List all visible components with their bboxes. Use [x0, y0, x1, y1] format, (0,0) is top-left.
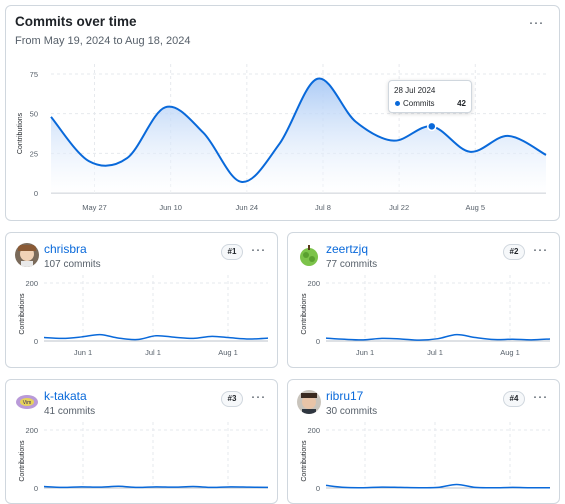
y-tick-label: 0	[316, 484, 320, 493]
data-point	[200, 130, 206, 136]
data-point	[48, 114, 54, 120]
contributor-card-zeertzjq: zeertzjq 77 commits #2 ··· 200 0 Contribut…	[287, 232, 560, 368]
contributor-card-chrisbra: chrisbra 107 commits #1 ··· 200 0 Contribu…	[5, 232, 278, 368]
y-axis-title: Contributions	[17, 112, 24, 154]
data-point	[124, 155, 130, 161]
contributor-card-ribru17: ribru17 30 commits #4 ··· 200 0 Contributi…	[287, 379, 560, 504]
contributor-chart[interactable]: 200 0 Contributions Jun 1 Jul 1 Aug 1	[288, 233, 559, 367]
tooltip-value: 42	[457, 99, 466, 108]
x-tick-label: Jun 24	[236, 203, 259, 212]
data-point	[276, 141, 282, 147]
main-chart[interactable]: 0 25 50 75 Contributions May 27 Jun 10 Jun 24 Ju…	[6, 6, 559, 220]
x-tick-label: Jul 22	[389, 203, 409, 212]
data-point	[543, 152, 549, 158]
x-tick-label: Jun 1	[74, 348, 92, 357]
data-point	[505, 133, 511, 139]
x-tick-label: Jun 10	[159, 203, 182, 212]
y-tick-label: 75	[30, 70, 38, 79]
contributor-chart[interactable]: 200 0 Contributions	[288, 380, 559, 503]
x-tick-label: Jul 8	[315, 203, 331, 212]
contributor-card-k-takata: Vim k-takata 41 commits #3 ··· 200 0 Contr…	[5, 379, 278, 504]
y-tick-label: 200	[25, 279, 38, 288]
y-tick-label: 50	[30, 110, 38, 119]
y-axis-title: Contributions	[19, 440, 26, 482]
y-tick-label: 200	[25, 426, 38, 435]
series-line	[325, 483, 551, 489]
x-tick-label: Jul 1	[145, 348, 161, 357]
x-tick-label: Aug 5	[465, 203, 485, 212]
chart-tooltip: 28 Jul 2024 Commits 42	[388, 80, 472, 113]
x-tick-label: Aug 1	[218, 348, 238, 357]
tooltip-series-dot	[395, 101, 400, 106]
y-axis-title: Contributions	[19, 293, 26, 335]
commits-over-time-card: Commits over time From May 19, 2024 to A…	[5, 5, 560, 221]
tooltip-date: 28 Jul 2024	[394, 86, 436, 95]
contributor-chart[interactable]: 200 0 Contributions	[6, 380, 277, 503]
data-point	[86, 158, 92, 164]
series-line	[325, 333, 551, 341]
contributor-chart[interactable]: 200 0 Contributions Jun 1 Jul 1 Aug 1	[6, 233, 277, 367]
tooltip-label: Commits	[403, 99, 435, 108]
x-tick-label: Jun 1	[356, 348, 374, 357]
y-tick-label: 0	[316, 337, 320, 346]
y-axis-title: Contributions	[301, 293, 308, 335]
x-tick-label: May 27	[82, 203, 107, 212]
x-tick-label: Aug 1	[500, 348, 520, 357]
y-tick-label: 25	[30, 149, 38, 158]
data-point	[391, 138, 397, 144]
data-point	[162, 104, 168, 110]
highlighted-data-point	[427, 121, 437, 132]
series-line	[43, 485, 269, 489]
y-tick-label: 200	[307, 426, 320, 435]
x-tick-label: Jul 1	[427, 348, 443, 357]
y-tick-label: 0	[34, 189, 38, 198]
y-tick-label: 0	[34, 484, 38, 493]
data-point	[467, 149, 473, 155]
y-axis-title: Contributions	[301, 440, 308, 482]
data-point	[238, 179, 244, 185]
y-tick-label: 0	[34, 337, 38, 346]
data-point	[315, 76, 321, 82]
data-point	[353, 119, 359, 125]
y-tick-label: 200	[307, 279, 320, 288]
series-line	[43, 333, 269, 341]
